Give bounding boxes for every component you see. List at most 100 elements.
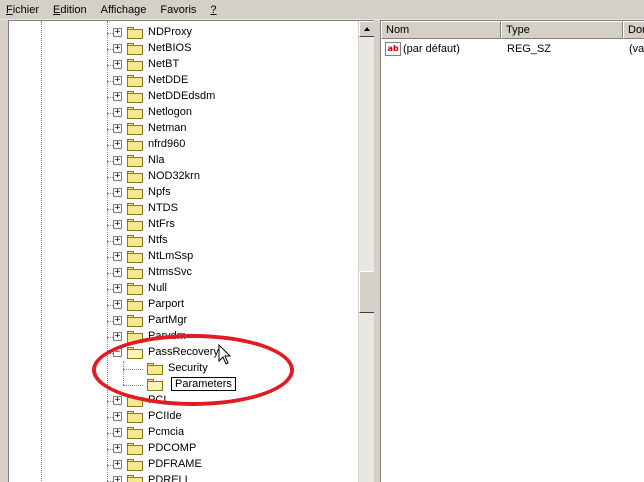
menu-edition[interactable]: Edition — [53, 4, 87, 16]
expand-icon[interactable]: + — [113, 172, 122, 181]
expand-icon[interactable]: + — [113, 284, 122, 293]
tree-item[interactable]: + PCI — [9, 393, 357, 409]
tree-item[interactable]: + NOD32krn — [9, 169, 357, 185]
folder-icon — [127, 155, 143, 167]
folder-icon — [127, 283, 143, 295]
tree-item[interactable]: + NTDS — [9, 201, 357, 217]
tree-item-label: NetBT — [148, 58, 180, 70]
tree-item[interactable]: + Npfs — [9, 185, 357, 201]
tree-item[interactable]: + PDCOMP — [9, 441, 357, 457]
expand-icon[interactable]: + — [113, 140, 122, 149]
expand-icon[interactable]: + — [113, 204, 122, 213]
expand-icon[interactable]: + — [113, 188, 122, 197]
tree-item-child[interactable]: Parameters — [9, 377, 357, 393]
tree-item[interactable]: + Nla — [9, 153, 357, 169]
column-header-type[interactable]: Type — [501, 21, 623, 39]
tree-item-label: PDCOMP — [148, 442, 197, 454]
tree-item[interactable]: + PartMgr — [9, 313, 357, 329]
folder-icon — [127, 91, 143, 103]
expand-icon[interactable]: + — [113, 28, 122, 37]
expand-icon[interactable]: + — [113, 92, 122, 101]
column-header-data[interactable]: Don — [623, 21, 644, 39]
tree-item-label: Pcmcia — [148, 426, 185, 438]
tree-branch-line — [123, 369, 143, 370]
tree-item[interactable]: + Parport — [9, 297, 357, 313]
tree-item-label: Npfs — [148, 186, 171, 198]
expand-icon[interactable]: + — [113, 476, 122, 482]
tree-item[interactable]: + NetBT — [9, 57, 357, 73]
tree-item[interactable]: + PDRELI — [9, 473, 357, 482]
tree-item[interactable]: + NtmsSvc — [9, 265, 357, 281]
scroll-thumb[interactable] — [359, 271, 374, 313]
expand-icon[interactable]: + — [113, 220, 122, 229]
value-name[interactable]: (par défaut) — [403, 41, 460, 57]
registry-tree-pane[interactable]: + NDProxy + NetBIOS + NetBT + NetDDE + NetDDEdsdm… — [8, 20, 374, 482]
expand-icon[interactable]: + — [113, 300, 122, 309]
expand-icon[interactable]: + — [113, 156, 122, 165]
expand-icon[interactable]: + — [113, 428, 122, 437]
tree-item[interactable]: + NtFrs — [9, 217, 357, 233]
folder-icon — [127, 219, 143, 231]
tree-item[interactable]: + Ntfs — [9, 233, 357, 249]
expand-icon[interactable]: + — [113, 268, 122, 277]
tree-item-label: NtLmSsp — [148, 250, 194, 262]
tree-item[interactable]: + NtLmSsp — [9, 249, 357, 265]
folder-icon — [127, 411, 143, 423]
tree-item[interactable]: + Null — [9, 281, 357, 297]
expand-icon[interactable]: + — [113, 460, 122, 469]
folder-icon — [127, 251, 143, 263]
folder-icon — [127, 459, 143, 471]
tree-item[interactable]: + Netlogon — [9, 105, 357, 121]
tree-item[interactable]: + NetDDE — [9, 73, 357, 89]
tree-item-label: PCI — [148, 394, 167, 406]
expand-icon[interactable]: + — [113, 396, 122, 405]
tree-item-label: PartMgr — [148, 314, 188, 326]
menu-favoris[interactable]: Favoris — [160, 4, 196, 16]
expand-icon[interactable]: + — [113, 236, 122, 245]
folder-icon — [127, 203, 143, 215]
expand-icon[interactable]: + — [113, 444, 122, 453]
folder-icon — [127, 443, 143, 455]
tree-item[interactable]: − PassRecovery — [9, 345, 357, 361]
tree-item-child[interactable]: Security — [9, 361, 357, 377]
expand-icon[interactable]: + — [113, 76, 122, 85]
mouse-cursor-icon — [218, 344, 232, 365]
tree-item[interactable]: + NetBIOS — [9, 41, 357, 57]
tree-item-label: NtFrs — [148, 218, 175, 230]
registry-values-pane[interactable]: Nom Type Don ab (par défaut) REG_SZ (val — [380, 20, 644, 482]
expand-icon[interactable]: + — [113, 108, 122, 117]
menu-help[interactable]: ? — [210, 4, 216, 16]
folder-icon — [127, 395, 143, 407]
tree-item-label: Nla — [148, 154, 165, 166]
tree-item-label: Security — [168, 362, 208, 374]
tree-item[interactable]: + Netman — [9, 121, 357, 137]
menu-fichier[interactable]: Fichier — [6, 4, 39, 16]
collapse-icon[interactable]: − — [113, 348, 122, 357]
tree-item-label: NtmsSvc — [148, 266, 192, 278]
tree-item[interactable]: + NetDDEdsdm — [9, 89, 357, 105]
column-header-name[interactable]: Nom — [381, 21, 501, 39]
expand-icon[interactable]: + — [113, 60, 122, 69]
tree-item-label: Netlogon — [148, 106, 193, 118]
tree-vertical-scrollbar[interactable] — [358, 21, 374, 482]
expand-icon[interactable]: + — [113, 332, 122, 341]
tree-item-label: NOD32krn — [148, 170, 200, 182]
tree-item[interactable]: + nfrd960 — [9, 137, 357, 153]
folder-icon — [127, 315, 143, 327]
tree-item[interactable]: + PDFRAME — [9, 457, 357, 473]
tree-item[interactable]: + Parvdm — [9, 329, 357, 345]
expand-icon[interactable]: + — [113, 316, 122, 325]
folder-icon — [147, 363, 163, 375]
tree-item-label: PDRELI — [148, 474, 188, 482]
tree-item[interactable]: + Pcmcia — [9, 425, 357, 441]
expand-icon[interactable]: + — [113, 252, 122, 261]
expand-icon[interactable]: + — [113, 44, 122, 53]
tree-item[interactable]: + PCIIde — [9, 409, 357, 425]
scroll-up-button[interactable] — [359, 21, 374, 37]
menu-affichage[interactable]: Affichage — [101, 4, 147, 16]
tree-item[interactable]: + NDProxy — [9, 25, 357, 41]
folder-icon — [127, 475, 143, 482]
expand-icon[interactable]: + — [113, 412, 122, 421]
folder-icon — [127, 427, 143, 439]
expand-icon[interactable]: + — [113, 124, 122, 133]
